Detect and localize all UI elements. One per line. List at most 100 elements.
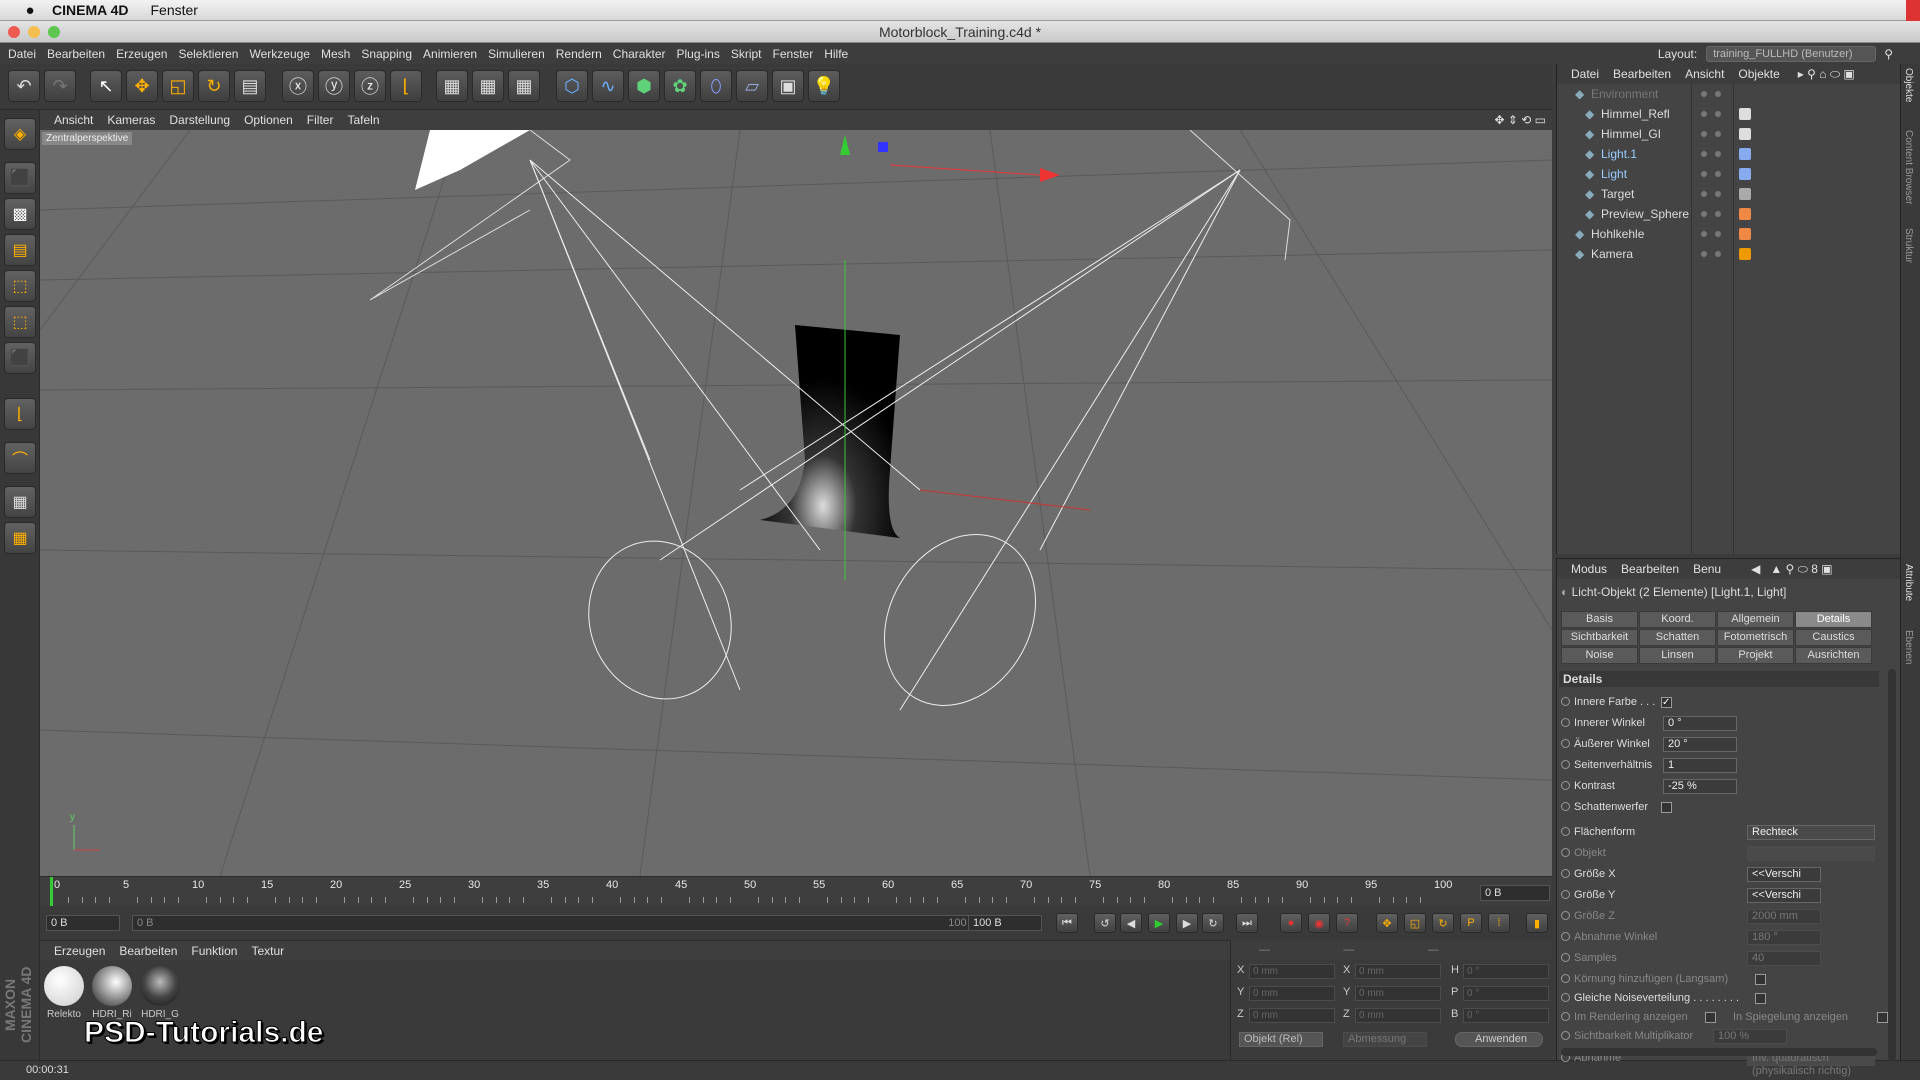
object-tag-icon[interactable] [1739,108,1751,120]
render-visibility-dot[interactable] [1715,91,1721,97]
coord-value-field[interactable]: 0 mm [1249,1008,1335,1023]
mat-menu-bearbeiten[interactable]: Bearbeiten [119,944,177,958]
side-tab-objekte[interactable]: Objekte [1903,68,1914,102]
object-row[interactable]: ◆ Light [1557,164,1901,184]
apply-button[interactable]: Anwenden [1455,1032,1543,1047]
render-visibility-dot[interactable] [1715,151,1721,157]
attr-checkbox[interactable] [1705,1012,1716,1023]
object-row[interactable]: ◆ Environment [1557,84,1901,104]
coord-value-field[interactable]: 0 ° [1463,986,1549,1001]
polygons-mode-icon[interactable]: ⬛ [4,342,36,374]
obj-menu-ansicht[interactable]: Ansicht [1685,67,1724,81]
menu-simulieren[interactable]: Simulieren [488,47,545,61]
x-axis-lock-icon[interactable]: ⓧ [282,70,314,102]
object-row[interactable]: ◆ Himmel_Refl [1557,104,1901,124]
attr-checkbox[interactable] [1755,974,1766,985]
attr-number-field[interactable]: 0 ° [1663,716,1737,731]
attr-number-field[interactable]: <<Verschi [1747,867,1821,882]
pla-key-icon[interactable]: ⁞ [1488,913,1510,933]
editor-visibility-dot[interactable] [1701,111,1707,117]
animate-radio[interactable] [1561,848,1570,857]
coord-value-field[interactable]: 0 mm [1355,1008,1441,1023]
attr-number-field[interactable]: -25 % [1663,779,1737,794]
menu-plugins[interactable]: Plug-ins [676,47,719,61]
make-editable-icon[interactable]: ◈ [4,118,36,150]
rotate-tool-icon[interactable]: ↻ [198,70,230,102]
undo-icon[interactable]: ↶ [8,70,40,102]
animate-radio[interactable] [1561,869,1570,878]
y-axis-lock-icon[interactable]: ⓨ [318,70,350,102]
z-axis-lock-icon[interactable]: ⓩ [354,70,386,102]
menu-bearbeiten[interactable]: Bearbeiten [47,47,105,61]
edges-mode-icon[interactable]: ⬚ [4,306,36,338]
attr-number-field[interactable]: 180 ° [1747,930,1821,945]
next-key-icon[interactable]: ↻ [1202,913,1224,933]
position-key-icon[interactable]: ✥ [1376,913,1398,933]
attr-checkbox[interactable] [1661,802,1672,813]
coord-mode-dropdown[interactable]: Objekt (Rel) [1239,1032,1323,1047]
keyframe-selection-icon[interactable]: ? [1336,913,1358,933]
select-tool-icon[interactable]: ↖ [90,70,122,102]
object-tag-icon[interactable] [1739,228,1751,240]
object-row[interactable]: ◆ Hohlkehle [1557,224,1901,244]
parameter-key-icon[interactable]: P [1460,913,1482,933]
scale-tool-icon[interactable]: ◱ [162,70,194,102]
vp-menu-optionen[interactable]: Optionen [244,113,293,127]
attr-dropdown[interactable]: Rechteck [1747,825,1875,840]
menu-selektieren[interactable]: Selektieren [178,47,238,61]
animate-radio[interactable] [1561,890,1570,899]
render-settings-icon[interactable]: ▦ [508,70,540,102]
coordinate-system-icon[interactable]: ⌊ [390,70,422,102]
attr-tab[interactable]: Basis [1561,611,1638,628]
attr-menu-modus[interactable]: Modus [1571,562,1607,576]
previous-key-icon[interactable]: ↺ [1094,913,1116,933]
minimize-button[interactable] [28,26,40,38]
attr-scrollbar[interactable] [1888,669,1896,1061]
render-view-icon[interactable]: ▦ [436,70,468,102]
autokey-icon[interactable]: ◉ [1308,913,1330,933]
object-tag-icon[interactable] [1739,128,1751,140]
attr-tab[interactable]: Schatten [1639,629,1716,646]
attr-number-field[interactable]: 20 ° [1663,737,1737,752]
object-tag-icon[interactable] [1739,148,1751,160]
render-visibility-dot[interactable] [1715,211,1721,217]
attr-hscrollbar[interactable] [1561,1048,1877,1056]
side-tab-attribute[interactable]: Attribute [1903,564,1914,601]
deformer-icon[interactable]: ⬯ [700,70,732,102]
current-frame-field[interactable]: 0 B [1480,885,1550,901]
attr-number-field[interactable]: 100 % [1713,1029,1787,1044]
coord-size-dropdown[interactable]: Abmessung [1343,1032,1427,1047]
light-icon[interactable]: 💡 [808,70,840,102]
attr-tab[interactable]: Allgemein [1717,611,1794,628]
attr-tab[interactable]: Sichtbarkeit [1561,629,1638,646]
render-visibility-dot[interactable] [1715,231,1721,237]
animate-radio[interactable] [1561,760,1570,769]
redo-icon[interactable]: ↷ [44,70,76,102]
object-tag-icon[interactable] [1739,208,1751,220]
rotation-key-icon[interactable]: ↻ [1432,913,1454,933]
menu-snapping[interactable]: Snapping [361,47,412,61]
vp-menu-filter[interactable]: Filter [307,113,334,127]
move-tool-icon[interactable]: ✥ [126,70,158,102]
render-visibility-dot[interactable] [1715,111,1721,117]
vp-menu-darstellung[interactable]: Darstellung [169,113,230,127]
preview-range-slider[interactable]: 0 B 100 B [132,915,996,931]
side-tab-struktur[interactable]: Struktur [1903,228,1914,263]
attr-tab[interactable]: Projekt [1717,647,1794,664]
side-tab-content-browser[interactable]: Content Browser [1903,130,1914,204]
close-button[interactable] [8,26,20,38]
record-keys-icon[interactable]: ● [1280,913,1302,933]
menu-erzeugen[interactable]: Erzeugen [116,47,167,61]
animate-radio[interactable] [1561,739,1570,748]
object-tag-icon[interactable] [1739,188,1751,200]
object-row[interactable]: ◆ Preview_Sphere [1557,204,1901,224]
animate-radio[interactable] [1561,802,1570,811]
planar-workplane-icon[interactable]: ▦ [4,522,36,554]
mat-menu-funktion[interactable]: Funktion [191,944,237,958]
obj-menu-bearbeiten[interactable]: Bearbeiten [1613,67,1671,81]
menu-werkzeuge[interactable]: Werkzeuge [249,47,309,61]
axis-mode-icon[interactable]: ⌊ [4,398,36,430]
previous-frame-icon[interactable]: ◀ [1120,913,1142,933]
side-tab-ebenen[interactable]: Ebenen [1903,630,1914,664]
animate-radio[interactable] [1561,718,1570,727]
